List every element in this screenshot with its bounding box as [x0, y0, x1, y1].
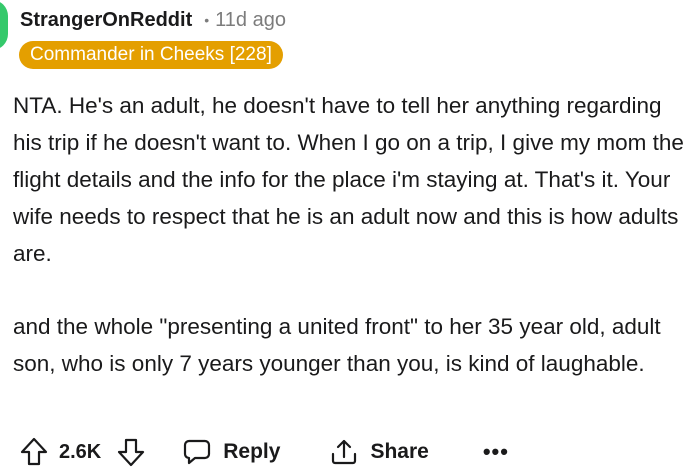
- comment-actions: 2.6K Reply Share •••: [20, 434, 509, 470]
- reply-label: Reply: [223, 440, 281, 463]
- meta-separator: •: [204, 12, 210, 28]
- comment-paragraph: and the whole "presenting a united front…: [13, 314, 661, 376]
- author-username[interactable]: StrangerOnReddit: [20, 9, 192, 32]
- share-label: Share: [370, 440, 429, 463]
- more-options-icon[interactable]: •••: [483, 441, 509, 463]
- share-button[interactable]: Share: [330, 438, 429, 466]
- vote-count: 2.6K: [59, 440, 102, 463]
- comment-header: StrangerOnReddit • 11d ago: [20, 7, 286, 33]
- comment-timestamp[interactable]: 11d ago: [215, 9, 286, 32]
- user-flair: Commander in Cheeks [228]: [19, 41, 283, 69]
- upvote-icon[interactable]: [20, 437, 48, 467]
- share-icon: [330, 438, 358, 466]
- comment-paragraph: NTA. He's an adult, he doesn't have to t…: [13, 93, 684, 266]
- downvote-icon[interactable]: [117, 437, 145, 467]
- reply-button[interactable]: Reply: [183, 438, 280, 466]
- comment-body: NTA. He's an adult, he doesn't have to t…: [13, 87, 688, 382]
- avatar[interactable]: [0, 0, 8, 50]
- reply-bubble-icon: [183, 438, 211, 466]
